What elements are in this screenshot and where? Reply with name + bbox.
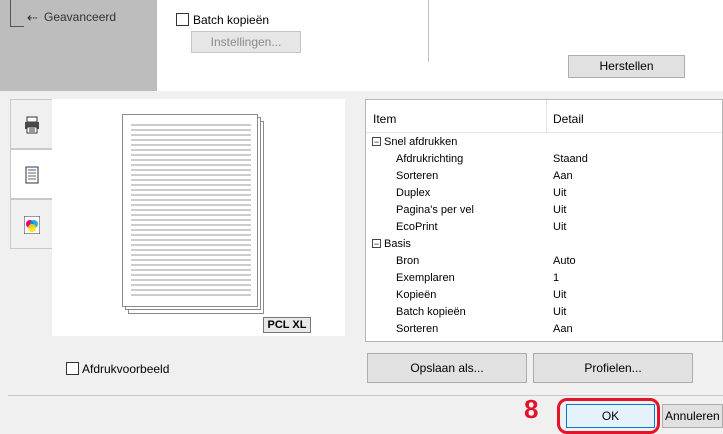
color-icon: [24, 216, 40, 234]
collapse-toggle-icon[interactable]: −: [372, 137, 381, 147]
table-row[interactable]: Afdrukrichting Staand: [366, 151, 722, 168]
settings-table[interactable]: Item Detail − Snel afdrukken Afdrukrichtin…: [365, 99, 723, 342]
tree-line: [10, 26, 24, 27]
table-row[interactable]: Kopieën Uit: [366, 287, 722, 304]
group-label: Snel afdrukken: [384, 136, 458, 148]
page-lines: [131, 124, 251, 296]
row-detail-value: Uit: [553, 187, 567, 199]
row-detail-value: 1: [553, 272, 560, 284]
ok-button[interactable]: OK: [566, 404, 655, 428]
advanced-nav-item[interactable]: ⇠ Geavanceerd: [0, 0, 157, 38]
pdl-badge: PCL XL: [263, 317, 311, 333]
table-row[interactable]: Pagina's per vel Uit: [366, 202, 722, 219]
print-preview-checkbox[interactable]: [66, 362, 79, 375]
row-item-label: Sorteren: [396, 323, 439, 335]
batch-copies-label: Batch kopieën: [193, 13, 270, 27]
table-row[interactable]: Afdrukrichting Staand: [366, 338, 722, 341]
row-item-label: Afdrukrichting: [396, 153, 464, 165]
step-number-callout: 8: [524, 394, 539, 424]
table-group-row[interactable]: − Basis: [366, 236, 722, 253]
table-header: Item Detail: [366, 100, 722, 133]
group-label: Basis: [384, 238, 411, 250]
divider: [428, 0, 429, 62]
batch-copies-checkbox[interactable]: [176, 13, 189, 26]
page-sheet: [122, 114, 258, 307]
table-row[interactable]: Sorteren Aan: [366, 168, 722, 185]
profiles-button[interactable]: Profielen...: [533, 353, 693, 383]
row-detail-value: Aan: [553, 323, 573, 335]
row-detail-value: Staand: [553, 153, 588, 165]
row-item-label: Duplex: [396, 187, 431, 199]
table-row[interactable]: Batch kopieën Uit: [366, 304, 722, 321]
collapse-toggle-icon[interactable]: −: [372, 239, 381, 249]
document-icon: [25, 166, 39, 184]
row-item-label: Afdrukrichting: [396, 338, 463, 341]
row-item-label: Bron: [396, 255, 420, 267]
divider: [8, 395, 723, 396]
page-preview: [122, 114, 264, 314]
row-item-label: Exemplaren: [396, 272, 455, 284]
settings-button[interactable]: Instellingen...: [191, 31, 301, 53]
table-group-row[interactable]: − Snel afdrukken: [366, 134, 722, 151]
advanced-label: Geavanceerd: [44, 10, 117, 24]
table-row[interactable]: Sorteren Aan: [366, 321, 722, 338]
cancel-button[interactable]: Annuleren: [662, 404, 723, 428]
row-item-label: Pagina's per vel: [396, 204, 474, 216]
row-item-label: Kopieën: [396, 289, 437, 301]
table-row[interactable]: Exemplaren 1: [366, 270, 722, 287]
table-row[interactable]: Bron Auto: [366, 253, 722, 270]
column-divider[interactable]: [546, 100, 547, 133]
row-detail-value: Uit: [553, 289, 567, 301]
print-preview-label: Afdrukvoorbeeld: [82, 362, 170, 376]
tab-printer[interactable]: [10, 99, 52, 149]
row-detail-value: Staand: [553, 338, 588, 341]
reset-button[interactable]: Herstellen: [568, 55, 685, 78]
save-as-button[interactable]: Opslaan als...: [367, 353, 527, 383]
row-detail-value: Aan: [553, 170, 573, 182]
tree-line: [10, 0, 11, 27]
tab-document[interactable]: [10, 149, 52, 199]
table-row[interactable]: Duplex Uit: [366, 185, 722, 202]
column-header-item[interactable]: Item: [373, 112, 396, 126]
row-detail-value: Uit: [553, 204, 567, 216]
printer-icon: [25, 116, 39, 134]
row-detail-value: Uit: [553, 306, 567, 318]
row-detail-value: Uit: [553, 221, 567, 233]
back-arrow-icon: ⇠: [27, 10, 38, 25]
row-detail-value: Auto: [553, 255, 576, 267]
row-item-label: Batch kopieën: [396, 306, 466, 318]
row-item-label: EcoPrint: [396, 221, 438, 233]
column-header-detail[interactable]: Detail: [553, 112, 584, 126]
tab-color[interactable]: [10, 199, 52, 249]
table-row[interactable]: EcoPrint Uit: [366, 219, 722, 236]
row-item-label: Sorteren: [396, 170, 439, 182]
